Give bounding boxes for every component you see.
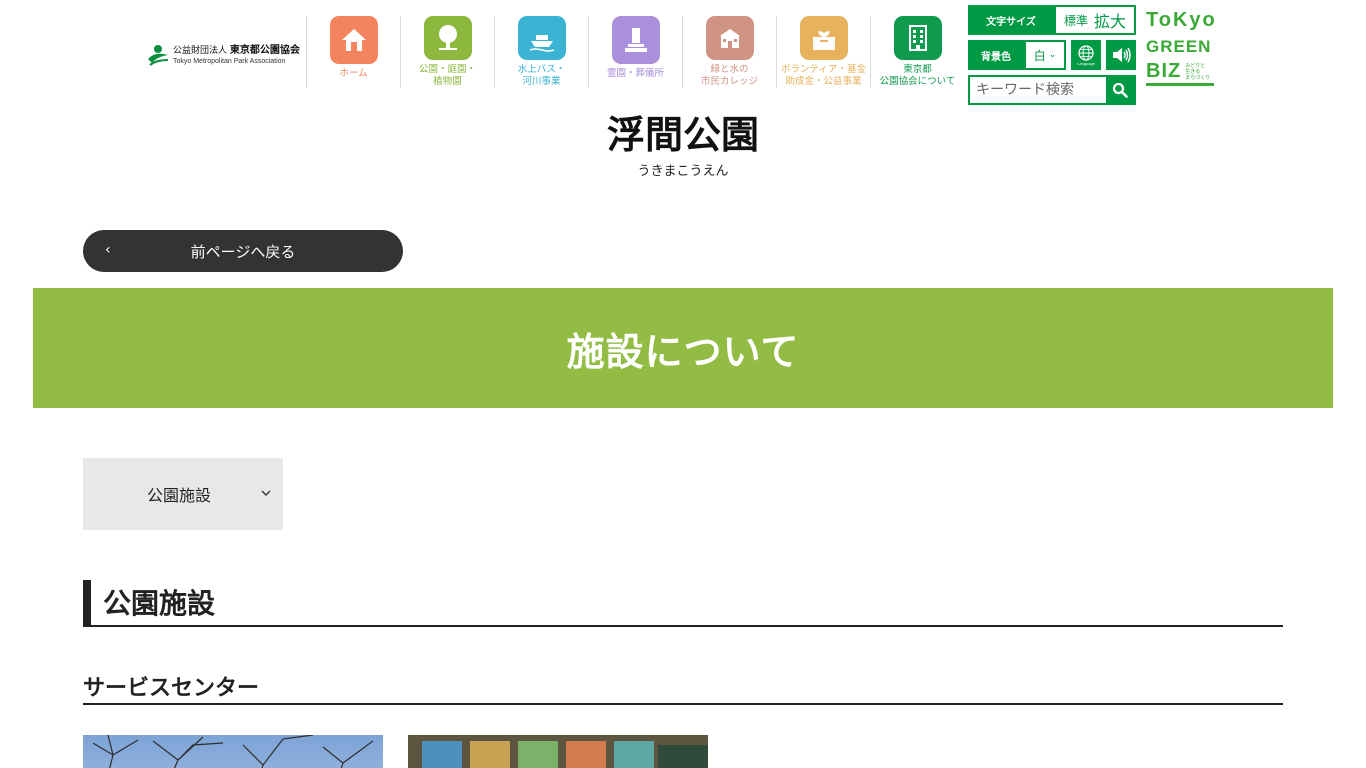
nav-item-parks[interactable]: 公園・庭園・ 植物園 xyxy=(400,16,494,88)
home-icon xyxy=(329,16,378,64)
globe-icon: Language xyxy=(1077,45,1096,66)
accessibility-tools: 文字サイズ 標準 拡大 背景色 白 ⌄ Language xyxy=(968,5,1136,105)
sub-heading-text: サービスセンター xyxy=(83,676,260,701)
school-icon xyxy=(705,16,754,60)
bg-color-select[interactable]: 白 ⌄ xyxy=(1024,40,1066,70)
search-icon xyxy=(1112,82,1128,98)
logo-org-name: 東京都公園協会 xyxy=(229,44,300,56)
page-title-kana: うきまこうえん xyxy=(637,164,729,179)
nav-label: 公園・庭園・ 植物園 xyxy=(418,64,476,87)
grave-icon xyxy=(611,16,660,64)
font-size-standard-button[interactable]: 標準 xyxy=(1064,12,1088,29)
tgb-tagline: みどりと 生きる まちづくり xyxy=(1185,63,1211,81)
tgb-line3: BIZ xyxy=(1146,60,1182,82)
nav-label: 霊園・葬儀所 xyxy=(606,68,664,79)
chevron-down-icon: ⌄ xyxy=(1048,50,1057,60)
nav-item-cemetery[interactable]: 霊園・葬儀所 xyxy=(588,16,682,88)
logo-org-en: Tokyo Metropolitan Park Association xyxy=(173,57,286,65)
back-to-previous-button[interactable]: ‹ 前ページへ戻る xyxy=(83,230,403,272)
chevron-down-icon xyxy=(261,490,271,496)
nav-item-water-bus[interactable]: 水上バス・ 河川事業 xyxy=(494,16,588,88)
global-nav: ホーム 公園・庭園・ 植物園 水上バス・ 河川事業 霊園・葬儀所 緑と水の 市民… xyxy=(306,16,964,88)
nav-label: 緑と水の 市民カレッジ xyxy=(700,64,758,87)
banner-title: 施設について xyxy=(566,329,800,374)
nav-item-about[interactable]: 東京都 公園協会について xyxy=(870,16,964,88)
font-size-label: 文字サイズ xyxy=(968,5,1054,35)
language-button[interactable]: Language xyxy=(1071,40,1101,70)
nav-label: ホーム xyxy=(339,68,368,79)
font-size-large-button[interactable]: 拡大 xyxy=(1094,8,1126,32)
section-heading-text: 公園施設 xyxy=(103,587,216,620)
read-aloud-button[interactable] xyxy=(1106,40,1136,70)
facility-category-dropdown[interactable]: 公園施設 xyxy=(83,458,283,530)
search-button[interactable] xyxy=(1106,77,1134,103)
tree-icon xyxy=(423,16,472,60)
section-heading: 公園施設 xyxy=(83,580,1283,627)
association-logo-icon xyxy=(148,45,169,66)
bg-color-label: 背景色 xyxy=(968,40,1024,70)
dropdown-label: 公園施設 xyxy=(147,486,212,505)
nav-label: 水上バス・ 河川事業 xyxy=(517,64,566,87)
page-title: 浮間公園 xyxy=(606,113,759,157)
service-center-photo-interior xyxy=(408,735,708,768)
nav-label: 東京都 公園協会について xyxy=(879,64,956,87)
back-button-label: 前ページへ戻る xyxy=(190,242,296,261)
nav-item-home[interactable]: ホーム xyxy=(306,16,400,88)
donation-box-icon xyxy=(799,16,848,60)
bg-color-value: 白 xyxy=(1033,48,1046,63)
nav-item-college[interactable]: 緑と水の 市民カレッジ xyxy=(682,16,776,88)
tgb-line1: ToKyo xyxy=(1146,9,1217,31)
tokyo-green-biz-logo[interactable]: ToKyo GREEN BIZ みどりと 生きる まちづくり xyxy=(1146,10,1216,100)
logo-org-line: 公益財団法人 xyxy=(173,45,228,56)
boat-icon xyxy=(517,16,566,60)
font-size-switcher: 標準 拡大 xyxy=(1054,5,1136,35)
association-logo[interactable]: 公益財団法人 東京都公園協会 Tokyo Metropolitan Park A… xyxy=(146,42,306,68)
nav-item-volunteer[interactable]: ボランティア・基金 助成金・公益事業 xyxy=(776,16,870,88)
tgb-underline xyxy=(1146,83,1214,86)
search-input[interactable] xyxy=(970,77,1106,103)
service-center-photo-exterior xyxy=(83,735,383,768)
language-label: Language xyxy=(1077,61,1096,66)
keyword-search xyxy=(968,75,1136,105)
chevron-left-icon: ‹ xyxy=(105,242,111,258)
heading-marker xyxy=(83,580,91,625)
nav-label: ボランティア・基金 助成金・公益事業 xyxy=(781,64,866,87)
building-icon xyxy=(893,16,942,60)
speaker-icon xyxy=(1113,47,1131,63)
sub-heading: サービスセンター xyxy=(83,670,1283,705)
section-banner: 施設について xyxy=(33,288,1333,408)
tgb-line2: GREEN xyxy=(1146,37,1212,56)
